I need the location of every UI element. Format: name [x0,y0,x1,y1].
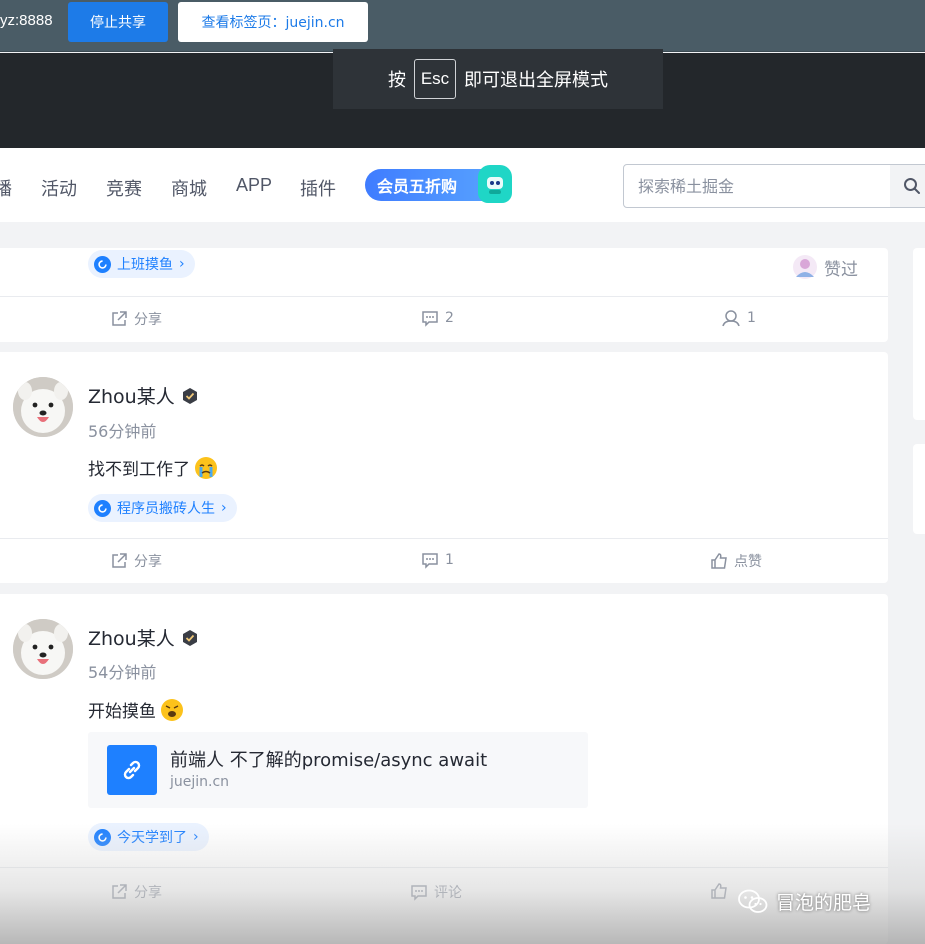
avatar[interactable] [13,619,73,679]
topic-label: 程序员搬砖人生 [117,501,215,517]
nav-item-contests[interactable]: 竞赛 [106,175,142,201]
post-time: 54分钟前 [88,663,157,682]
notice-prefix: 按 [388,70,406,91]
fullscreen-band: 按 Esc 即可退出全屏模式 [0,49,925,148]
share-icon [112,884,127,899]
divider [0,538,888,539]
topic-icon [94,828,111,846]
author-name[interactable]: Zhou某人 [88,382,199,409]
topic-label: 今天学到了 [117,830,187,846]
topic-tag[interactable]: 今天学到了 › [88,823,209,851]
comment-label: 评论 [434,885,462,901]
post-content-text: 开始摸鱼 [88,702,156,722]
nav-item-events[interactable]: 活动 [41,175,77,201]
share-button[interactable]: 分享 [110,551,162,571]
like-button[interactable]: 点赞 [710,551,762,571]
topic-icon [94,255,111,273]
grinning-face-icon [161,698,183,721]
view-tab-button[interactable]: 查看标签页：juejin.cn [178,2,368,42]
post-content: 开始摸鱼 [88,697,184,722]
topic-tag[interactable]: 程序员搬砖人生 › [88,494,237,522]
post-card: Zhou某人 56分钟前 找不到工作了 程序员搬砖人生 › 分享 1 点赞 [0,352,888,583]
chevron-right-icon: › [193,829,199,845]
author-name-text: Zhou某人 [88,628,175,650]
sidebar-card [913,248,925,420]
comment-icon [422,311,438,327]
like-count: 1 [747,310,756,326]
share-host-text: yz:8888 [0,12,53,29]
post-time: 56分钟前 [88,422,157,441]
wechat-icon [738,889,768,913]
notice-suffix: 即可退出全屏模式 [464,70,608,91]
fullscreen-exit-notice: 按 Esc 即可退出全屏模式 [333,49,663,109]
thumbs-up-icon [711,883,727,899]
liked-label: 赞过 [824,259,858,280]
nav-item-mall[interactable]: 商城 [171,175,207,201]
search-box [623,164,925,208]
watermark: 冒泡的肥皂 [738,888,871,915]
link-icon [107,745,157,795]
link-title: 前端人 不了解的promise/async await [170,750,488,771]
like-button[interactable]: 1 [721,309,756,327]
topic-label: 上班摸鱼 [117,257,173,273]
comment-button[interactable]: 1 [421,551,454,569]
like-button[interactable] [710,882,728,900]
stop-sharing-button[interactable]: 停止共享 [68,2,168,42]
share-label: 分享 [134,554,162,570]
comment-count: 2 [445,310,454,326]
nav-item-live[interactable]: 播 [0,175,12,201]
topic-tag[interactable]: 上班摸鱼 › [88,250,195,278]
divider [0,867,888,868]
esc-key: Esc [414,59,456,99]
topic-icon [94,499,111,517]
chevron-right-icon: › [179,256,185,272]
avatar-icon [793,255,817,279]
link-domain: juejin.cn [170,774,230,790]
site-nav: 播 活动 竞赛 商城 APP 插件 会员五折购 [0,148,925,222]
divider [0,296,888,297]
comment-button[interactable]: 2 [421,309,454,327]
chevron-right-icon: › [221,500,227,516]
share-button[interactable]: 分享 [110,882,162,902]
share-label: 分享 [134,312,162,328]
search-button[interactable] [890,165,925,207]
post-content: 找不到工作了 [88,455,218,480]
comment-icon [411,885,427,901]
author-name[interactable]: Zhou某人 [88,624,199,651]
comment-count: 1 [445,552,454,568]
liked-by-indicator: 赞过 [792,254,858,280]
share-icon [112,553,127,568]
link-preview-card[interactable]: 前端人 不了解的promise/async await juejin.cn [88,732,588,808]
share-icon [112,311,127,326]
vip-promo-label: 会员五折购 [377,177,458,196]
post-content-text: 找不到工作了 [88,460,190,480]
likes-icon [722,310,740,327]
verified-badge-icon [182,387,197,404]
share-button[interactable]: 分享 [110,309,162,329]
nav-item-app[interactable]: APP [236,175,272,196]
sidebar-card [913,444,925,534]
verified-badge-icon [182,629,197,646]
post-card: 上班摸鱼 › 赞过 分享 2 1 [0,248,888,342]
avatar[interactable] [13,377,73,437]
author-name-text: Zhou某人 [88,386,175,408]
like-label: 点赞 [734,554,762,570]
watermark-text: 冒泡的肥皂 [776,892,872,914]
thumbs-up-icon [711,553,727,569]
crying-face-icon [195,456,217,479]
vip-promo-button[interactable]: 会员五折购 [365,165,512,203]
nav-item-plugins[interactable]: 插件 [300,175,336,201]
mascot-icon [478,165,512,203]
share-label: 分享 [134,885,162,901]
comment-icon [422,553,438,569]
screen-share-bar: yz:8888 停止共享 查看标签页：juejin.cn [0,0,925,52]
search-input[interactable] [624,165,890,207]
comment-button[interactable]: 评论 [410,882,462,902]
screen: yz:8888 停止共享 查看标签页：juejin.cn 按 Esc 即可退出全… [0,0,925,944]
search-icon [904,178,920,194]
